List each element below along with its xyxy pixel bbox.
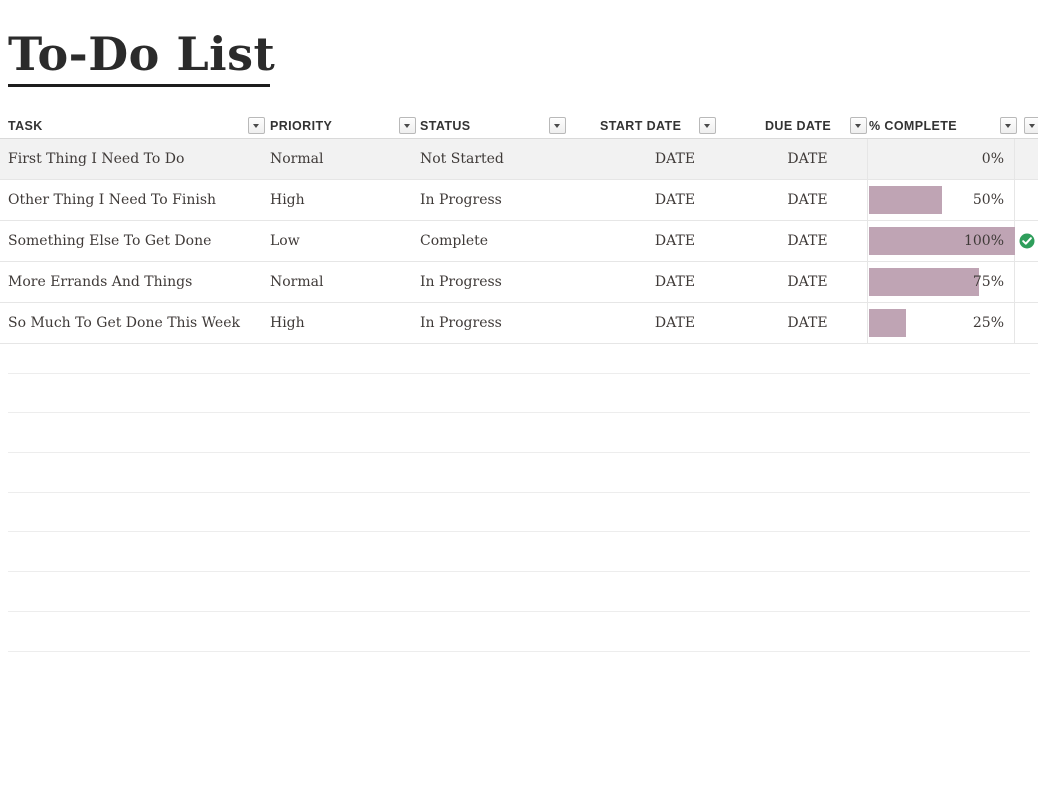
chevron-down-icon	[1005, 124, 1011, 128]
table-header-row: TASK PRIORITY STATUS START DATE DUE DATE…	[0, 114, 1038, 139]
cell-start-date[interactable]: DATE	[600, 139, 750, 179]
empty-table-row[interactable]	[8, 612, 1030, 652]
chevron-down-icon	[1029, 124, 1035, 128]
cell-due-date[interactable]: DATE	[750, 262, 865, 302]
empty-table-row[interactable]	[8, 413, 1030, 454]
progress-label: 0%	[981, 151, 1004, 167]
cell-priority[interactable]: Normal	[270, 139, 323, 179]
cell-percent-complete[interactable]: 0%	[867, 139, 1015, 179]
cell-task[interactable]: First Thing I Need To Do	[8, 139, 184, 179]
chevron-down-icon	[855, 124, 861, 128]
progress-bar	[869, 309, 906, 337]
cell-priority[interactable]: Normal	[270, 262, 323, 302]
page-title: To-Do List	[8, 27, 276, 81]
cell-status[interactable]: In Progress	[420, 262, 502, 302]
table-row[interactable]: First Thing I Need To Do Normal Not Starte…	[0, 139, 1038, 180]
progress-label: 100%	[963, 233, 1004, 249]
cell-status[interactable]: Complete	[420, 221, 488, 261]
cell-percent-complete[interactable]: 100%	[867, 221, 1015, 261]
table-body: First Thing I Need To Do Normal Not Starte…	[0, 139, 1038, 344]
progress-label: 75%	[972, 274, 1004, 290]
empty-table-row[interactable]	[8, 453, 1030, 493]
column-header-priority[interactable]: PRIORITY	[270, 114, 332, 138]
cell-percent-complete[interactable]: 50%	[867, 180, 1015, 220]
todo-table: TASK PRIORITY STATUS START DATE DUE DATE…	[0, 114, 1038, 344]
title-underline-rule	[8, 84, 270, 87]
table-row[interactable]: More Errands And Things Normal In Progress…	[0, 262, 1038, 303]
check-circle-icon	[1019, 233, 1035, 249]
progress-label: 50%	[972, 192, 1004, 208]
table-row[interactable]: Other Thing I Need To Finish High In Progr…	[0, 180, 1038, 221]
table-row[interactable]: Something Else To Get Done Low Complete DAT…	[0, 221, 1038, 262]
filter-button-start-date[interactable]	[699, 117, 716, 134]
chevron-down-icon	[704, 124, 710, 128]
cell-start-date[interactable]: DATE	[600, 221, 750, 261]
column-header-status[interactable]: STATUS	[420, 114, 471, 138]
cell-task[interactable]: Something Else To Get Done	[8, 221, 211, 261]
filter-button-priority[interactable]	[399, 117, 416, 134]
filter-button-percent-complete[interactable]	[1000, 117, 1017, 134]
empty-rows-region	[0, 334, 1038, 652]
cell-priority[interactable]: Low	[270, 221, 300, 261]
column-header-due-date[interactable]: DUE DATE	[765, 114, 831, 138]
progress-bar	[869, 186, 942, 214]
cell-task[interactable]: More Errands And Things	[8, 262, 192, 302]
todo-list-page: To-Do List TASK PRIORITY STATUS START DA…	[0, 0, 1038, 800]
empty-table-row[interactable]	[8, 572, 1030, 612]
cell-start-date[interactable]: DATE	[600, 180, 750, 220]
filter-button-extra[interactable]	[1024, 117, 1038, 134]
cell-task[interactable]: Other Thing I Need To Finish	[8, 180, 216, 220]
page-title-block: To-Do List	[8, 27, 276, 87]
filter-button-task[interactable]	[248, 117, 265, 134]
cell-status[interactable]: In Progress	[420, 180, 502, 220]
filter-button-due-date[interactable]	[850, 117, 867, 134]
cell-start-date[interactable]: DATE	[600, 262, 750, 302]
chevron-down-icon	[404, 124, 410, 128]
cell-percent-complete[interactable]: 75%	[867, 262, 1015, 302]
column-header-percent-complete[interactable]: % COMPLETE	[869, 114, 957, 138]
empty-table-row[interactable]	[8, 334, 1030, 374]
cell-status[interactable]: Not Started	[420, 139, 504, 179]
cell-due-date[interactable]: DATE	[750, 221, 865, 261]
filter-button-status[interactable]	[549, 117, 566, 134]
empty-table-row[interactable]	[8, 532, 1030, 573]
chevron-down-icon	[253, 124, 259, 128]
empty-table-row[interactable]	[8, 374, 1030, 414]
cell-due-date[interactable]: DATE	[750, 180, 865, 220]
cell-due-date[interactable]: DATE	[750, 139, 865, 179]
column-header-start-date[interactable]: START DATE	[600, 114, 681, 138]
column-header-task[interactable]: TASK	[8, 114, 43, 138]
chevron-down-icon	[554, 124, 560, 128]
cell-priority[interactable]: High	[270, 180, 305, 220]
empty-table-row[interactable]	[8, 493, 1030, 533]
progress-bar	[869, 268, 979, 296]
